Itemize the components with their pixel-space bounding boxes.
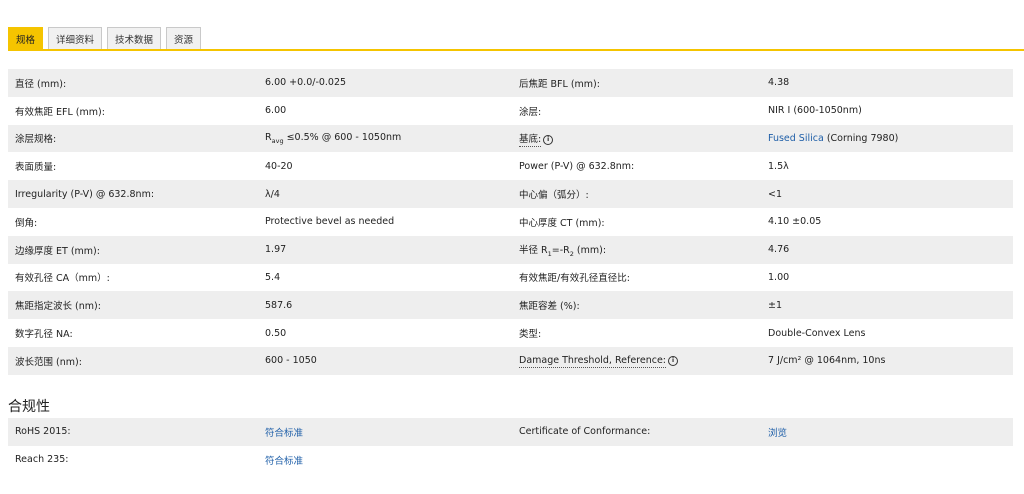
spec-value: ±1 bbox=[761, 291, 1013, 320]
spec-value: 587.6 bbox=[258, 291, 512, 320]
spec-value: 6.00 bbox=[265, 105, 287, 117]
tab-underline bbox=[8, 49, 1024, 51]
spec-value: λ/4 bbox=[258, 180, 512, 208]
coating-r: R bbox=[265, 132, 272, 144]
spec-label: 涂层: bbox=[519, 106, 542, 118]
compliance-label: Reach 235: bbox=[15, 454, 69, 466]
coating-rest: ≤0.5% @ 600 - 1050nm bbox=[283, 132, 402, 144]
spec-label: 焦距容差 (%): bbox=[512, 291, 761, 320]
spec-label: Damage Threshold, Reference: i bbox=[512, 346, 761, 375]
tab-bar: 规格 详细资料 技术数据 资源 bbox=[8, 27, 202, 51]
table-row: 有效焦距 EFL (mm): 6.00 涂层: NIR I (600-1050n… bbox=[8, 97, 1013, 125]
fused-silica-link[interactable]: Fused Silica bbox=[768, 133, 824, 144]
compliance-value: 符合标准 bbox=[258, 446, 512, 474]
damage-threshold-label: Damage Threshold, Reference: bbox=[519, 355, 667, 369]
table-row: 有效孔径 CA（mm）: 5.4 有效焦距/有效孔径直径比: 1.00 bbox=[8, 264, 1013, 292]
spec-value: 0.50 bbox=[265, 327, 287, 339]
spec-label: Power (P-V) @ 632.8nm: bbox=[519, 160, 635, 172]
spec-label: 直径 (mm): bbox=[8, 69, 258, 97]
spec-value: 40-20 bbox=[265, 160, 293, 172]
table-row: 数字孔径 NA: 0.50 类型: Double-Convex Lens bbox=[8, 319, 1013, 347]
table-row: 波长范围 (nm): 600 - 1050 Damage Threshold, … bbox=[8, 346, 1013, 375]
specs-table: 直径 (mm): 6.00 +0.0/-0.025 后焦距 BFL (mm): … bbox=[8, 69, 1013, 375]
table-row: 涂层规格: Ravg ≤0.5% @ 600 - 1050nm 基底: i Fus… bbox=[8, 124, 1013, 153]
compliance-table: RoHS 2015: 符合标准 Certificate of Conforman… bbox=[8, 418, 1013, 474]
spec-label: 表面质量: bbox=[15, 162, 57, 174]
table-row: 表面质量: 40-20 Power (P-V) @ 632.8nm: 1.5λ bbox=[8, 152, 1013, 180]
spec-value: 4.76 bbox=[761, 235, 1013, 264]
spec-label: 中心厚度 CT (mm): bbox=[519, 217, 605, 229]
info-icon[interactable]: i bbox=[668, 355, 679, 366]
spec-value: Protective bevel as needed bbox=[265, 216, 395, 228]
radius-label-b: =-R bbox=[551, 244, 570, 256]
spec-value: NIR I (600-1050nm) bbox=[768, 105, 862, 117]
tab-resources[interactable]: 资源 bbox=[166, 27, 202, 49]
spec-value: 5.4 bbox=[265, 271, 281, 283]
spec-label: 后焦距 BFL (mm): bbox=[512, 69, 761, 97]
table-row: 直径 (mm): 6.00 +0.0/-0.025 后焦距 BFL (mm): … bbox=[8, 69, 1013, 97]
substrate-rest: (Corning 7980) bbox=[823, 132, 899, 144]
spec-value: 1.00 bbox=[768, 271, 790, 283]
spec-label: 有效孔径 CA（mm）: bbox=[15, 273, 110, 285]
spec-label: 倒角: bbox=[15, 217, 38, 229]
rohs-link[interactable]: 符合标准 bbox=[265, 428, 303, 439]
compliance-label: Certificate of Conformance: bbox=[512, 418, 761, 446]
spec-value: Ravg ≤0.5% @ 600 - 1050nm bbox=[258, 124, 512, 153]
info-icon[interactable]: i bbox=[543, 134, 554, 145]
spec-label: 半径 R1=-R2 (mm): bbox=[512, 235, 761, 264]
spec-label: 波长范围 (nm): bbox=[8, 346, 258, 375]
spec-label: 中心偏（弧分）: bbox=[512, 180, 761, 208]
spec-value: 4.10 ±0.05 bbox=[768, 216, 822, 228]
table-row: 边缘厚度 ET (mm): 1.97 半径 R1=-R2 (mm): 4.76 bbox=[8, 235, 1013, 264]
table-row: Irregularity (P-V) @ 632.8nm: λ/4 中心偏（弧分… bbox=[8, 180, 1013, 208]
spec-label: 数字孔径 NA: bbox=[15, 329, 73, 341]
radius-label-c: (mm): bbox=[573, 244, 607, 256]
table-row: 焦距指定波长 (nm): 587.6 焦距容差 (%): ±1 bbox=[8, 291, 1013, 320]
spec-label: 基底: i bbox=[512, 124, 761, 153]
table-row: 倒角: Protective bevel as needed 中心厚度 CT (… bbox=[8, 208, 1013, 236]
spec-label: 类型: bbox=[519, 329, 542, 341]
certificate-view-link[interactable]: 浏览 bbox=[768, 428, 787, 439]
spec-value: 7 J/cm² @ 1064nm, 10ns bbox=[761, 346, 1013, 375]
compliance-value: 符合标准 bbox=[258, 418, 512, 446]
table-row: Reach 235: 符合标准 bbox=[8, 446, 1013, 474]
spec-label: Irregularity (P-V) @ 632.8nm: bbox=[8, 180, 258, 208]
spec-value: 6.00 +0.0/-0.025 bbox=[258, 69, 512, 97]
spec-value: 1.97 bbox=[258, 235, 512, 264]
spec-label: 涂层规格: bbox=[8, 124, 258, 153]
table-row: RoHS 2015: 符合标准 Certificate of Conforman… bbox=[8, 418, 1013, 446]
tab-specs[interactable]: 规格 bbox=[8, 27, 44, 49]
compliance-value: 浏览 bbox=[761, 418, 1013, 446]
spec-label: 边缘厚度 ET (mm): bbox=[8, 235, 258, 264]
tab-technical-data[interactable]: 技术数据 bbox=[107, 27, 162, 49]
spec-value: 4.38 bbox=[761, 69, 1013, 97]
spec-label: 有效焦距 EFL (mm): bbox=[15, 106, 105, 118]
substrate-label: 基底: bbox=[519, 134, 542, 148]
radius-label-a: 半径 R bbox=[519, 244, 548, 256]
spec-value: Fused Silica (Corning 7980) bbox=[761, 124, 1013, 153]
spec-value: 1.5λ bbox=[768, 160, 789, 172]
spec-value: Double-Convex Lens bbox=[768, 327, 866, 339]
tab-details[interactable]: 详细资料 bbox=[48, 27, 103, 49]
compliance-title: 合规性 bbox=[8, 399, 50, 415]
compliance-label: RoHS 2015: bbox=[8, 418, 258, 446]
compliance-label bbox=[512, 446, 761, 474]
spec-label: 焦距指定波长 (nm): bbox=[8, 291, 258, 320]
compliance-value bbox=[761, 446, 1013, 474]
spec-label: 有效焦距/有效孔径直径比: bbox=[519, 273, 630, 285]
spec-value: <1 bbox=[761, 180, 1013, 208]
reach-link[interactable]: 符合标准 bbox=[265, 456, 303, 467]
spec-value: 600 - 1050 bbox=[258, 346, 512, 375]
coating-r-sub: avg bbox=[271, 136, 284, 145]
